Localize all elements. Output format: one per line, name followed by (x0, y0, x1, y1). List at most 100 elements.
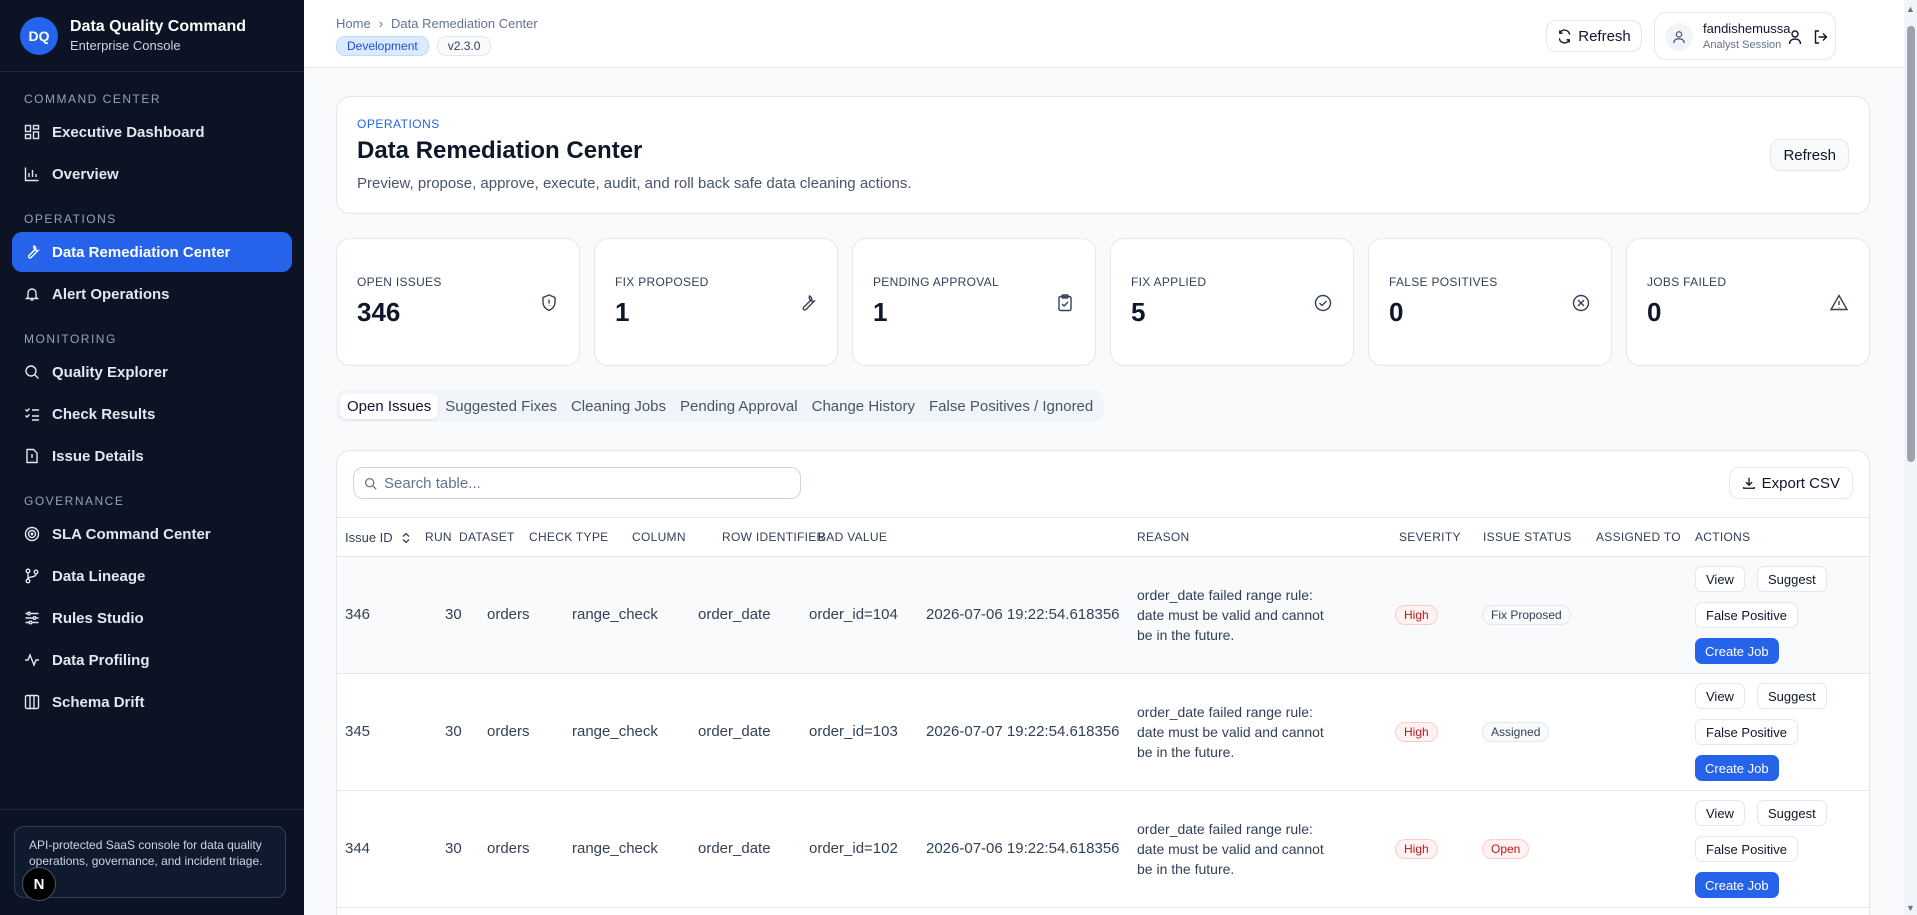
sidebar-item-rules-studio[interactable]: Rules Studio (12, 598, 292, 638)
kpi-value: 346 (357, 297, 401, 327)
user-role: Analyst Session (1703, 39, 1782, 51)
table-row[interactable]: 344 30 orders range_check order_date ord… (337, 791, 1869, 908)
cell-issue-id: 346 (345, 606, 371, 623)
status-badge: Fix Proposed (1482, 605, 1571, 625)
kpi-open-issues: OPEN ISSUES 346 (336, 238, 580, 366)
check-circle-icon (1314, 294, 1332, 312)
avatar[interactable]: N (22, 867, 56, 901)
refresh-label: Refresh (1578, 27, 1631, 45)
cell-bad-value: 2026-07-07 19:22:54.618356 (926, 723, 1120, 740)
search-icon (364, 477, 377, 490)
sidebar-item-data-profiling[interactable]: Data Profiling (12, 640, 292, 680)
kpi-value: 1 (615, 297, 630, 327)
create-job-button[interactable]: Create Job (1695, 638, 1779, 664)
download-icon (1742, 477, 1755, 489)
breadcrumb-current: Data Remediation Center (391, 16, 538, 31)
topbar-refresh-button[interactable]: Refresh (1546, 20, 1642, 52)
search-box[interactable] (353, 467, 801, 499)
export-csv-button[interactable]: Export CSV (1728, 467, 1853, 499)
warning-triangle-icon (1829, 294, 1849, 311)
suggest-button[interactable]: Suggest (1757, 800, 1827, 826)
target-icon (24, 526, 40, 542)
sidebar-item-label: Data Remediation Center (52, 243, 231, 261)
view-button[interactable]: View (1695, 683, 1745, 709)
shield-alert-icon (542, 294, 556, 312)
tab-false-positives-ignored[interactable]: False Positives / Ignored (922, 394, 1100, 419)
tab-open-issues[interactable]: Open Issues (340, 393, 439, 419)
page-description: Preview, propose, approve, execute, audi… (357, 175, 912, 192)
kpi-label: FIX APPLIED (1131, 275, 1207, 289)
user-menu[interactable]: fandishemussa Analyst Session (1654, 12, 1836, 60)
sidebar-item-alert-operations[interactable]: Alert Operations (12, 274, 292, 314)
cell-column: order_date (698, 606, 771, 623)
kpi-label: JOBS FAILED (1647, 275, 1727, 289)
activity-icon (25, 653, 39, 667)
cell-check-type: range_check (572, 723, 658, 740)
page-scrollbar[interactable]: ▲ ▼ (1904, 0, 1917, 915)
breadcrumb-home[interactable]: Home (336, 16, 371, 31)
logout-icon[interactable] (1813, 29, 1829, 45)
export-csv-label: Export CSV (1761, 474, 1840, 492)
column-header-row-identifier: ROW IDENTIFIER (722, 530, 826, 544)
columns-icon (24, 694, 40, 710)
view-button[interactable]: View (1695, 800, 1745, 826)
create-job-button[interactable]: Create Job (1695, 755, 1779, 781)
sidebar-item-sla-command-center[interactable]: SLA Command Center (12, 514, 292, 554)
cell-dataset: orders (487, 606, 530, 623)
sidebar-item-overview[interactable]: Overview (12, 154, 292, 194)
page-header-card: OPERATIONS Data Remediation Center Previ… (336, 96, 1870, 214)
table-row[interactable]: 345 30 orders range_check order_date ord… (337, 674, 1869, 791)
sidebar-item-label: Rules Studio (52, 609, 144, 627)
tab-suggested-fixes[interactable]: Suggested Fixes (438, 394, 564, 419)
sidebar-item-schema-drift[interactable]: Schema Drift (12, 682, 292, 722)
sidebar-item-data-lineage[interactable]: Data Lineage (12, 556, 292, 596)
sidebar-item-check-results[interactable]: Check Results (12, 394, 292, 434)
false-positive-button[interactable]: False Positive (1695, 719, 1798, 745)
status-badge: Assigned (1482, 722, 1550, 742)
sidebar-item-issue-details[interactable]: Issue Details (12, 436, 292, 476)
topbar: Home › Data Remediation Center Developme… (304, 0, 1904, 68)
x-circle-icon (1572, 294, 1590, 312)
create-job-button[interactable]: Create Job (1695, 872, 1779, 898)
profile-icon[interactable] (1787, 29, 1803, 45)
cell-run: 30 (445, 606, 462, 623)
sidebar-item-quality-explorer[interactable]: Quality Explorer (12, 352, 292, 392)
column-header-issue-id[interactable]: Issue ID (345, 530, 411, 545)
cell-run: 30 (445, 723, 462, 740)
table-row[interactable]: 346 30 orders range_check order_date ord… (337, 557, 1869, 674)
cell-column: order_date (698, 723, 771, 740)
sort-icon (402, 532, 410, 543)
issues-table-card: Export CSV Issue ID RUN DATASET CHECK TY… (336, 450, 1870, 915)
kpi-jobs-failed: JOBS FAILED 0 (1626, 238, 1870, 366)
sidebar-item-label: Check Results (52, 405, 156, 423)
sidebar-item-data-remediation-center[interactable]: Data Remediation Center (12, 232, 292, 272)
tab-change-history[interactable]: Change History (805, 394, 922, 419)
kpi-false-positives: FALSE POSITIVES 0 (1368, 238, 1612, 366)
suggest-button[interactable]: Suggest (1757, 566, 1827, 592)
tab-pending-approval[interactable]: Pending Approval (673, 394, 805, 419)
false-positive-button[interactable]: False Positive (1695, 836, 1798, 862)
file-alert-icon (26, 448, 38, 464)
kpi-value: 0 (1389, 297, 1404, 327)
search-input[interactable] (384, 468, 784, 498)
cell-row-identifier: order_id=102 (809, 840, 898, 857)
sidebar-item-executive-dashboard[interactable]: Executive Dashboard (12, 112, 292, 152)
brand[interactable]: DQ Data Quality Command Enterprise Conso… (0, 0, 304, 72)
bar-chart-icon (24, 167, 39, 182)
cell-column: order_date (698, 840, 771, 857)
severity-badge: High (1395, 605, 1438, 625)
version-badge: v2.3.0 (436, 36, 492, 56)
scroll-down-arrow-icon[interactable]: ▼ (1906, 903, 1915, 913)
scrollbar-thumb[interactable] (1907, 26, 1915, 462)
view-button[interactable]: View (1695, 566, 1745, 592)
refresh-button[interactable]: Refresh (1770, 139, 1849, 171)
scroll-up-arrow-icon[interactable]: ▲ (1906, 4, 1915, 14)
git-branch-icon (25, 568, 39, 584)
suggest-button[interactable]: Suggest (1757, 683, 1827, 709)
sliders-icon (25, 611, 39, 625)
sidebar-item-label: Alert Operations (52, 285, 170, 303)
tab-cleaning-jobs[interactable]: Cleaning Jobs (564, 394, 673, 419)
false-positive-button[interactable]: False Positive (1695, 602, 1798, 628)
brand-logo: DQ (20, 16, 58, 55)
sidebar-item-label: Data Profiling (52, 651, 150, 669)
